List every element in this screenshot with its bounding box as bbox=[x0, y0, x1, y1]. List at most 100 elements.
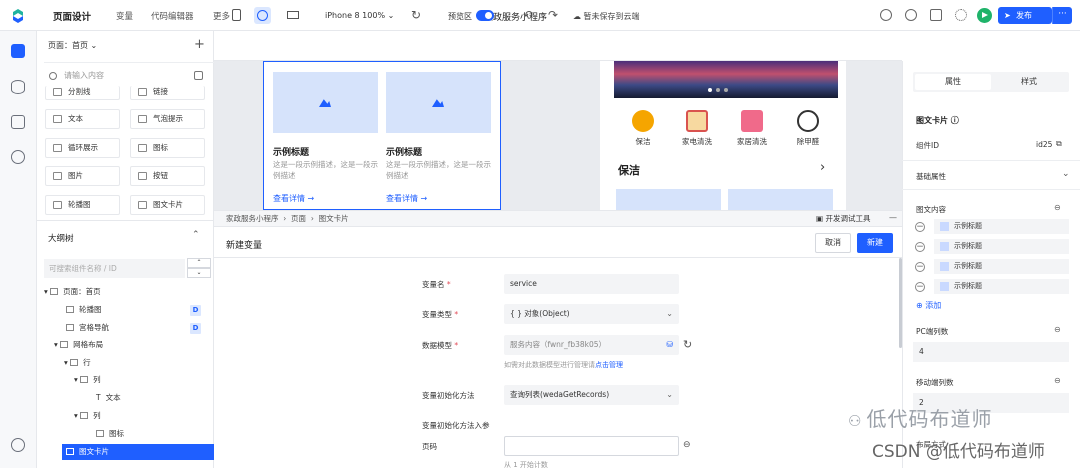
variable-name-input[interactable]: service bbox=[504, 274, 679, 294]
nav-more[interactable]: 更多 bbox=[213, 10, 230, 22]
image-resources-icon[interactable] bbox=[11, 115, 25, 129]
tree-node-col[interactable]: ▾ 列 bbox=[74, 372, 101, 388]
cancel-button[interactable]: 取消 bbox=[815, 233, 851, 253]
settings-icon[interactable] bbox=[955, 9, 967, 21]
chevron-down-icon[interactable]: ⌄ bbox=[1062, 169, 1070, 179]
service-item[interactable]: 保洁 bbox=[623, 110, 663, 147]
tree-node-label: 轮播图 bbox=[79, 305, 102, 314]
preview-toggle[interactable] bbox=[476, 10, 494, 21]
nav-code-editor[interactable]: 代码编辑器 bbox=[151, 10, 194, 22]
nav-page-design[interactable]: 页面设计 bbox=[53, 9, 91, 23]
component-icon[interactable]: 图标 bbox=[130, 138, 205, 158]
link-icon[interactable]: ⊖ bbox=[683, 440, 691, 450]
breadcrumb-item[interactable]: 家政服务小程序 bbox=[226, 214, 279, 223]
tab-properties[interactable]: 属性 bbox=[915, 74, 991, 90]
content-item[interactable]: 示例标题 bbox=[934, 259, 1069, 274]
history-icon[interactable] bbox=[905, 9, 917, 21]
manage-link[interactable]: 点击管理 bbox=[595, 361, 623, 369]
refresh-icon[interactable]: ↻ bbox=[411, 8, 421, 22]
breadcrumb-item[interactable]: 页面 bbox=[291, 214, 306, 223]
tree-node-grid-layout[interactable]: ▾ 网格布局 bbox=[54, 337, 103, 353]
refresh-icon[interactable]: ↻ bbox=[683, 338, 692, 351]
component-text[interactable]: 文本 bbox=[45, 109, 120, 129]
remove-item-icon[interactable]: − bbox=[915, 282, 925, 292]
tree-node-carousel[interactable]: 轮播图 bbox=[66, 302, 206, 318]
component-carousel[interactable]: 轮播图 bbox=[45, 195, 120, 215]
page-selector[interactable]: 页面：首页 ⌄ bbox=[48, 40, 97, 51]
init-method-select[interactable]: 查询列表(wedaGetRecords) ⌄ bbox=[504, 385, 679, 405]
service-item[interactable]: 家电清洗 bbox=[677, 110, 717, 147]
grid-nav-icon bbox=[66, 324, 74, 331]
tablet-device-button[interactable] bbox=[254, 7, 271, 24]
component-divider[interactable]: 分割线 bbox=[45, 86, 120, 100]
service-item[interactable]: 除甲醛 bbox=[788, 110, 828, 147]
help-rail-icon[interactable] bbox=[11, 438, 25, 452]
component-card[interactable]: 图文卡片 bbox=[130, 195, 205, 215]
copy-icon[interactable]: ⧉ bbox=[1056, 139, 1062, 149]
tree-down-button[interactable]: ⌄ bbox=[187, 268, 211, 278]
divider bbox=[902, 189, 1080, 190]
help-icon[interactable] bbox=[880, 9, 892, 21]
chevron-down-icon: ⌄ bbox=[90, 41, 98, 50]
bind-icon[interactable]: ⊖ bbox=[1054, 376, 1061, 385]
tree-node-card[interactable]: 图文卡片 bbox=[66, 444, 109, 460]
settings-rail-icon[interactable] bbox=[11, 150, 25, 164]
publish-button[interactable]: ➤ 发布 bbox=[998, 7, 1052, 24]
page-number-input[interactable] bbox=[504, 436, 679, 456]
desktop-device-icon[interactable] bbox=[287, 11, 299, 19]
tree-node-row[interactable]: ▾ 行 bbox=[64, 355, 91, 371]
component-lib-icon[interactable] bbox=[194, 71, 203, 80]
component-tooltip[interactable]: 气泡提示 bbox=[130, 109, 205, 129]
content-item[interactable]: 示例标题 bbox=[934, 219, 1069, 234]
section-title: 保洁 bbox=[618, 164, 640, 177]
card-link[interactable]: 查看详情 → bbox=[273, 193, 314, 204]
database-icon[interactable] bbox=[11, 80, 25, 94]
add-page-icon[interactable]: + bbox=[194, 37, 205, 52]
bind-icon[interactable]: ⊖ bbox=[1054, 203, 1061, 212]
save-icon[interactable] bbox=[930, 9, 942, 21]
undo-icon[interactable]: ↶ bbox=[523, 8, 533, 22]
components-icon[interactable] bbox=[11, 44, 25, 58]
tree-node-grid-nav[interactable]: 宫格导航 bbox=[66, 320, 206, 336]
component-link[interactable]: 链接 bbox=[130, 86, 205, 100]
minimize-icon[interactable]: — bbox=[889, 213, 897, 222]
info-icon[interactable]: ⓘ bbox=[951, 116, 959, 125]
component-button[interactable]: 按钮 bbox=[130, 166, 205, 186]
devtools-button[interactable]: ▣ 开发调试工具 bbox=[816, 213, 870, 224]
remove-item-icon[interactable]: − bbox=[915, 262, 925, 272]
tree-node-icon[interactable]: 图标 bbox=[96, 426, 124, 442]
service-item[interactable]: 家居清洗 bbox=[732, 110, 772, 147]
chevron-right-icon[interactable]: › bbox=[820, 160, 825, 175]
tree-node-text[interactable]: T 文本 bbox=[96, 390, 121, 406]
component-loop[interactable]: 循环展示 bbox=[45, 138, 120, 158]
publish-more-button[interactable]: ··· bbox=[1052, 7, 1072, 24]
content-item[interactable]: 示例标题 bbox=[934, 239, 1069, 254]
redo-icon[interactable]: ↷ bbox=[548, 8, 558, 22]
nav-variables[interactable]: 变量 bbox=[116, 10, 133, 22]
manage-hint-text: 如需对此数据模型进行管理请 bbox=[504, 361, 595, 369]
tree-search-input[interactable]: 可搜索组件名称 / ID bbox=[44, 259, 185, 278]
collapse-icon[interactable]: ⌃ bbox=[192, 230, 200, 240]
tree-node-col[interactable]: ▾ 列 bbox=[74, 408, 101, 424]
data-model-select[interactable]: 服务内容（fwnr_fb38k05） ⛁ bbox=[504, 335, 679, 355]
remove-item-icon[interactable]: − bbox=[915, 242, 925, 252]
pc-cols-input[interactable]: 4 bbox=[913, 342, 1069, 362]
variable-type-select[interactable]: { } 对象(Object) ⌄ bbox=[504, 304, 679, 324]
component-search-input[interactable]: 请输入内容 bbox=[44, 67, 207, 85]
basic-props-header[interactable]: 基础属性 bbox=[916, 171, 946, 182]
device-selector[interactable]: iPhone 8 100% ⌄ bbox=[325, 11, 394, 20]
tree-node-page[interactable]: ▾ 页面：首页 bbox=[44, 284, 101, 300]
tab-styles[interactable]: 样式 bbox=[991, 74, 1067, 90]
remove-item-icon[interactable]: − bbox=[915, 222, 925, 232]
tree-up-button[interactable]: ⌃ bbox=[187, 258, 211, 268]
content-item[interactable]: 示例标题 bbox=[934, 279, 1069, 294]
preview-run-icon[interactable] bbox=[977, 8, 992, 23]
phone-device-icon[interactable] bbox=[232, 9, 241, 21]
breadcrumb-item[interactable]: 图文卡片 bbox=[319, 214, 349, 223]
bind-icon[interactable]: ⊖ bbox=[1054, 325, 1061, 334]
add-item-button[interactable]: ⊕ 添加 bbox=[916, 300, 941, 311]
create-button[interactable]: 新建 bbox=[857, 233, 893, 253]
device-label: iPhone 8 100% bbox=[325, 11, 386, 20]
component-image[interactable]: 图片 bbox=[45, 166, 120, 186]
card-link[interactable]: 查看详情 → bbox=[386, 193, 427, 204]
